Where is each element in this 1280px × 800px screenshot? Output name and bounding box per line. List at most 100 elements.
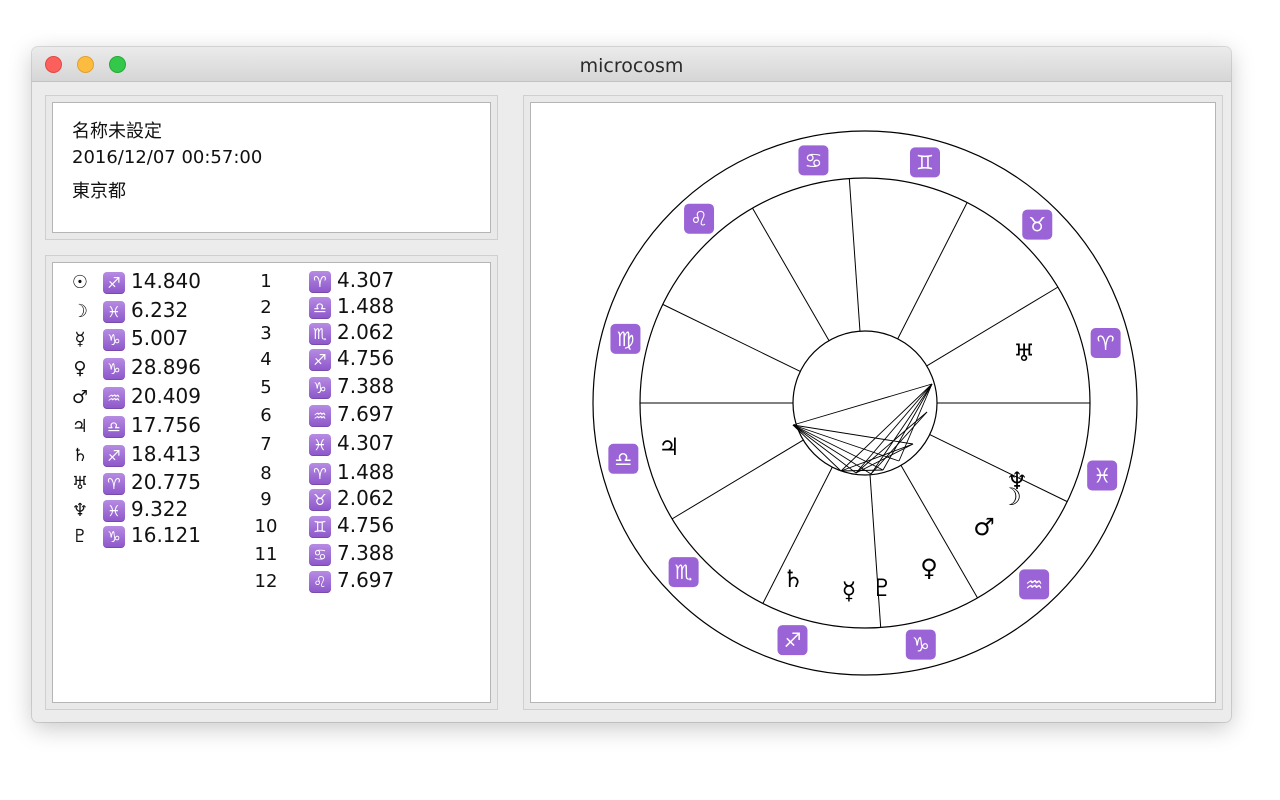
sign-badge-icon: ♎ [309,297,331,319]
window-title: microcosm [579,55,684,77]
zodiac-libra-icon: ♎ [608,443,639,474]
house-row: 5 ♑ 7.388 [246,374,394,400]
chart-place: 東京都 [72,181,126,202]
svg-text:♏: ♏ [675,560,693,584]
svg-text:♒: ♒ [1025,572,1043,596]
planet-degree: 6.232 [131,298,189,322]
house-row: 7 ♓ 4.307 [246,431,394,457]
house-number: 5 [260,377,272,398]
house-row: 6 ♒ 7.697 [246,402,394,428]
house-cusp-degree: 1.488 [337,294,395,318]
svg-text:♈: ♈ [1097,331,1115,355]
venus-icon: ♀ [73,358,87,379]
app-window: microcosm 名称未設定 2016/12/07 00:57:00 東京都 … [32,47,1231,722]
svg-text:♍: ♍ [616,327,634,351]
sign-badge-icon: ♑ [103,328,125,351]
house-cusp-degree: 1.488 [337,460,395,484]
planet-row-mars: ♂ ♒ 20.409 [65,384,201,410]
house-cusp-line-12 [662,303,801,372]
sign-badge-icon: ♒ [309,405,331,427]
chart-uranus-icon: ♅ [1013,339,1035,367]
house-number: 6 [260,405,272,426]
title-bar[interactable]: microcosm [32,47,1231,82]
planet-row-pluto: ♇ ♑ 16.121 [65,523,201,549]
house-cusp-degree: 7.388 [337,374,395,398]
sign-badge-icon: ♏ [309,323,331,345]
house-cusp-line-2 [671,439,804,520]
chart-mars-icon: ♂ [973,513,995,541]
house-cusp-degree: 7.697 [337,568,395,592]
svg-text:♋: ♋ [804,148,822,172]
sign-badge-icon: ♉ [309,489,331,511]
house-number: 4 [260,349,272,370]
house-cusp-line-9 [897,202,968,340]
sign-badge-icon: ♐ [103,444,125,467]
house-cusp-degree: 2.062 [337,486,395,510]
planet-row-mercury: ☿ ♑ 5.007 [65,326,188,352]
zodiac-pisces-icon: ♓ [1087,460,1118,491]
planet-degree: 9.322 [131,497,189,521]
chart-mercury-icon: ☿ [842,577,857,605]
house-row: 3 ♏ 2.062 [246,320,394,346]
house-number: 1 [260,271,272,292]
house-cusp-degree: 7.697 [337,402,395,426]
sign-badge-icon: ♑ [103,357,125,380]
zodiac-gemini-icon: ♊ [909,147,940,178]
sign-badge-icon: ♈ [309,463,331,485]
sign-badge-icon: ♓ [103,300,125,323]
house-number: 11 [254,544,278,565]
house-number: 7 [260,434,272,455]
planet-row-venus: ♀ ♑ 28.896 [65,355,201,381]
house-number: 8 [260,463,272,484]
house-row: 12 ♌ 7.697 [246,568,394,594]
zodiac-cancer-icon: ♋ [798,145,829,176]
planet-degree: 16.121 [131,523,201,547]
zodiac-virgo-icon: ♍ [610,323,641,354]
svg-text:♌: ♌ [690,207,708,231]
sign-badge-icon: ♈ [103,472,125,495]
zodiac-leo-icon: ♌ [684,203,715,234]
sign-badge-icon: ♈ [309,271,331,293]
planet-degree: 28.896 [131,355,201,379]
planet-degree: 20.775 [131,470,201,494]
uranus-icon: ♅ [71,473,89,494]
info-panel-frame: 名称未設定 2016/12/07 00:57:00 東京都 [45,95,498,240]
chart-venus-icon: ♀ [920,554,938,582]
house-number: 2 [260,297,272,318]
house-number: 3 [260,323,272,344]
zodiac-scorpio-icon: ♏ [668,557,699,588]
sun-icon: ☉ [71,272,89,293]
svg-text:♓: ♓ [1093,464,1111,488]
house-row: 8 ♈ 1.488 [246,460,394,486]
sign-badge-icon: ♑ [309,377,331,399]
zodiac-sagittarius-icon: ♐ [777,625,808,656]
sign-badge-icon: ♊ [309,516,331,538]
sign-badge-icon: ♎ [103,415,125,438]
chart-panel-frame: ♊ ♉ ♈ ♓ ♒ ♑ ♐ ♏ ♎ ♍ ♌ ♋ ♅ ♃ ♆ ☽ ♂ ♀ ♇ ☿ ♄ [523,95,1223,710]
chart-datetime: 2016/12/07 00:57:00 [72,147,263,168]
chart-name: 名称未設定 [72,121,162,142]
house-cusp-line-8 [926,286,1059,367]
svg-text:♑: ♑ [912,633,930,657]
chart-moon-icon: ☽ [1000,483,1022,511]
planet-row-moon: ☽ ♓ 6.232 [65,298,188,324]
data-panel-frame: ☉ ♐ 14.840 ☽ ♓ 6.232 ☿ ♑ 5.007 ♀ ♑ 28.896 ♂ ♒ 20.409 ♃ ♎… [45,255,498,710]
sign-badge-icon: ♓ [103,499,125,522]
house-cusp-degree: 4.756 [337,513,395,537]
chart-pluto-icon: ♇ [871,574,893,602]
house-row: 10 ♊ 4.756 [246,513,394,539]
planet-row-neptune: ♆ ♓ 9.322 [65,497,188,523]
house-cusp-line-11 [752,207,830,341]
chart-jupiter-icon: ♃ [658,433,680,461]
house-cusp-line-10 [848,178,861,332]
svg-text:♊: ♊ [916,150,934,174]
data-panel: ☉ ♐ 14.840 ☽ ♓ 6.232 ☿ ♑ 5.007 ♀ ♑ 28.896 ♂ ♒ 20.409 ♃ ♎… [52,262,491,703]
house-number: 10 [254,516,278,537]
house-cusp-degree: 7.388 [337,541,395,565]
sign-badge-icon: ♋ [309,544,331,566]
chart-panel: ♊ ♉ ♈ ♓ ♒ ♑ ♐ ♏ ♎ ♍ ♌ ♋ ♅ ♃ ♆ ☽ ♂ ♀ ♇ ☿ ♄ [530,102,1216,703]
planet-row-saturn: ♄ ♐ 18.413 [65,442,201,468]
sign-badge-icon: ♑ [103,525,125,548]
house-cusp-line-6 [929,434,1068,503]
mars-icon: ♂ [71,387,89,408]
